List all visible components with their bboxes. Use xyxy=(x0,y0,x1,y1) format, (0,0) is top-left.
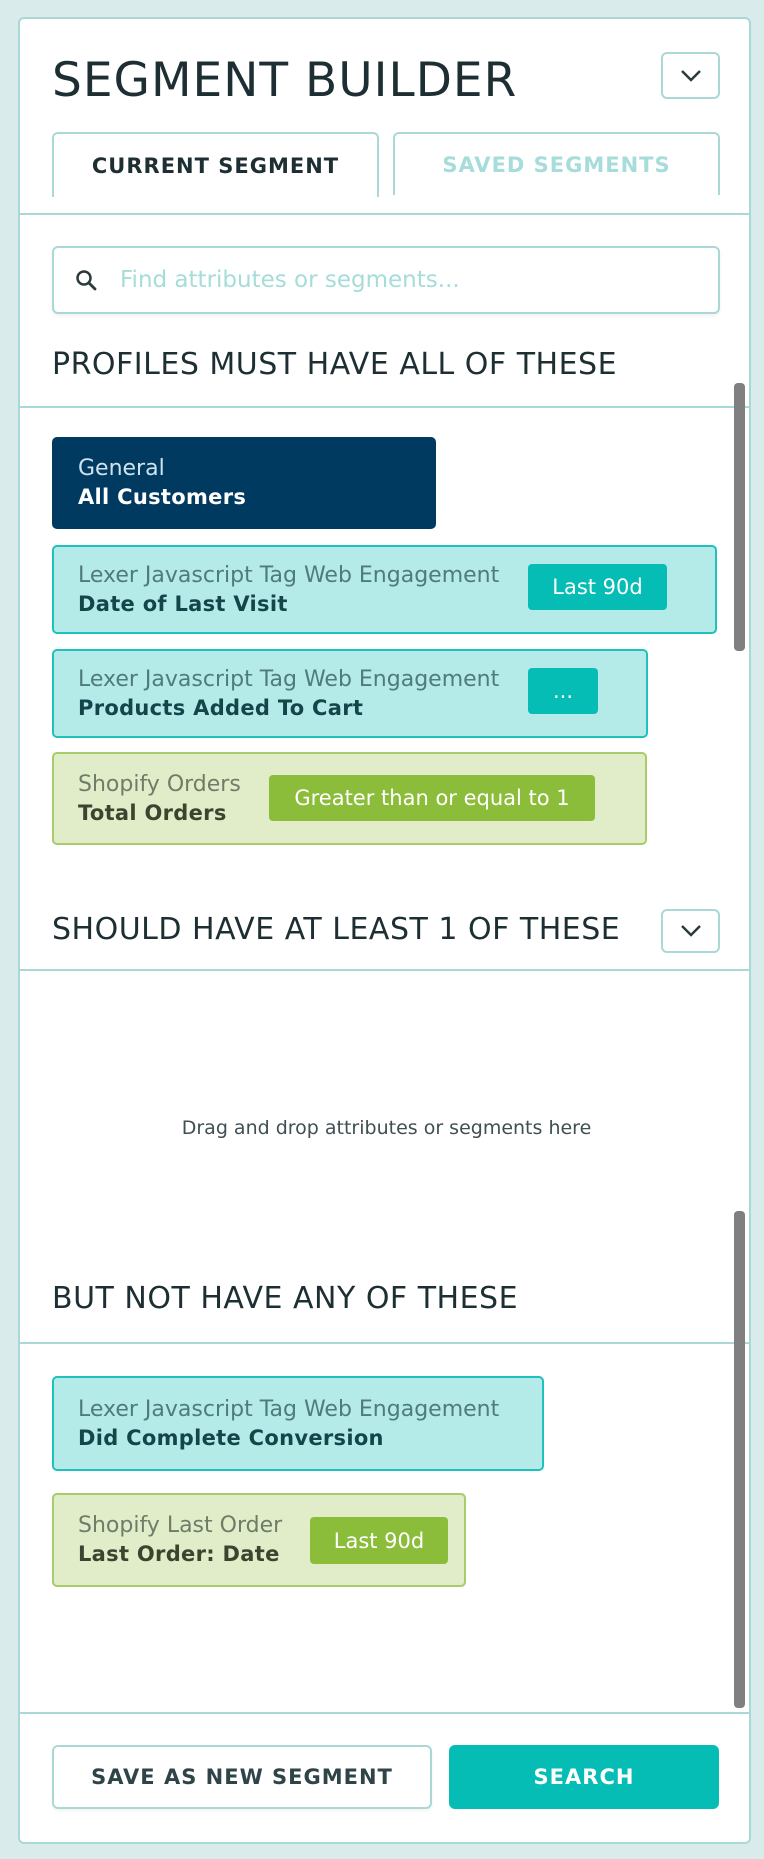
tab-saved-segments[interactable]: SAVED SEGMENTS xyxy=(393,132,720,195)
must-item-all-customers[interactable]: General All Customers xyxy=(52,437,436,529)
divider xyxy=(20,1342,749,1344)
should-section-title: SHOULD HAVE AT LEAST 1 OF THESE xyxy=(52,912,621,947)
segment-builder-panel: SEGMENT BUILDER CURRENT SEGMENT SAVED SE… xyxy=(18,17,751,1844)
chevron-down-icon xyxy=(680,925,701,937)
should-section-toggle[interactable] xyxy=(661,909,720,953)
chip-category: Shopify Last Order xyxy=(78,1513,283,1538)
footer-divider xyxy=(20,1712,749,1714)
save-as-new-segment-button[interactable]: SAVE AS NEW SEGMENT xyxy=(52,1745,432,1809)
not-item-did-complete-conversion[interactable]: Lexer Javascript Tag Web Engagement Did … xyxy=(52,1376,544,1471)
search-icon xyxy=(76,270,97,291)
collapse-panel-button[interactable] xyxy=(661,52,720,99)
chip-category: Lexer Javascript Tag Web Engagement xyxy=(78,1396,500,1422)
search-button[interactable]: SEARCH xyxy=(449,1745,719,1809)
tab-current-segment[interactable]: CURRENT SEGMENT xyxy=(52,132,379,197)
filter-pill-last-90d[interactable]: Last 90d xyxy=(310,1517,448,1564)
chip-category: General xyxy=(78,456,165,481)
chip-category: Lexer Javascript Tag Web Engagement xyxy=(78,562,500,588)
search-input[interactable] xyxy=(120,267,680,293)
not-scrollbar[interactable] xyxy=(734,1211,745,1708)
filter-pill-more[interactable]: ... xyxy=(528,668,598,714)
chip-category: Lexer Javascript Tag Web Engagement xyxy=(78,666,500,692)
chip-attribute: Products Added To Cart xyxy=(78,695,364,720)
must-scrollbar[interactable] xyxy=(734,383,745,651)
page-title: SEGMENT BUILDER xyxy=(52,53,518,108)
segment-tabs: CURRENT SEGMENT SAVED SEGMENTS xyxy=(20,132,749,215)
chip-attribute: Last Order: Date xyxy=(78,1542,280,1566)
filter-pill-greater-equal[interactable]: Greater than or equal to 1 xyxy=(269,775,595,821)
should-dropzone[interactable]: Drag and drop attributes or segments her… xyxy=(20,1117,749,1139)
divider xyxy=(20,969,749,971)
chip-category: Shopify Orders xyxy=(78,771,241,797)
chip-attribute: Did Complete Conversion xyxy=(78,1425,384,1450)
chip-attribute: All Customers xyxy=(78,485,247,509)
divider xyxy=(20,406,749,408)
filter-pill-last-90d[interactable]: Last 90d xyxy=(528,564,667,610)
search-box xyxy=(52,246,720,314)
chip-attribute: Total Orders xyxy=(78,800,227,825)
chevron-down-icon xyxy=(680,69,701,82)
must-section-title: PROFILES MUST HAVE ALL OF THESE xyxy=(52,347,618,382)
chip-attribute: Date of Last Visit xyxy=(78,591,288,616)
not-section-title: BUT NOT HAVE ANY OF THESE xyxy=(52,1281,519,1316)
